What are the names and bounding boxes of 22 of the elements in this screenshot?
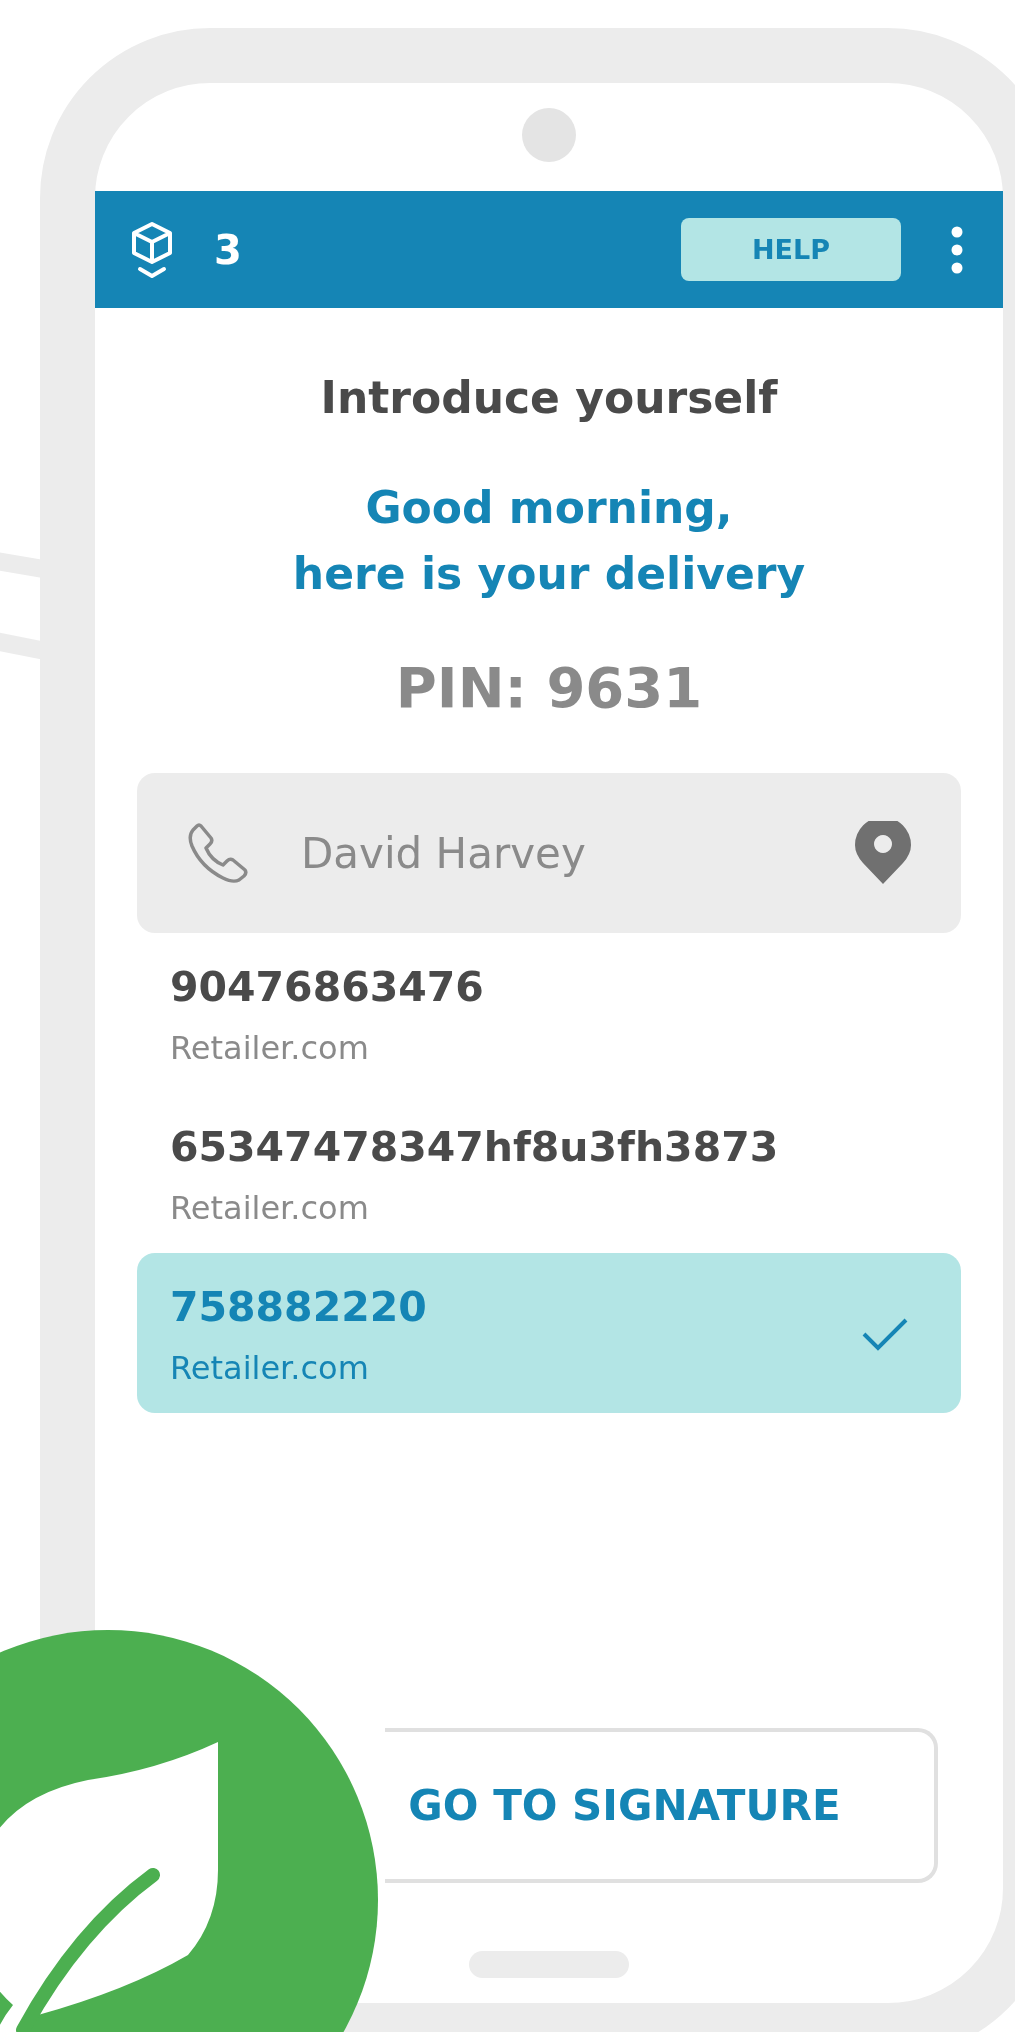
retailer-name: Retailer.com (170, 1188, 369, 1228)
retailer-name: Retailer.com (170, 1028, 369, 1068)
tracking-number: 90476863476 (170, 962, 484, 1013)
menu-icon[interactable] (951, 225, 963, 274)
camera-dot (522, 108, 576, 162)
delivery-item[interactable]: 758882220 Retailer.com (137, 1253, 961, 1413)
pin-code: PIN: 9631 (394, 654, 704, 722)
help-button[interactable]: HELP (681, 218, 901, 281)
phone-icon[interactable] (187, 822, 249, 884)
tracking-number: 65347478347hf8u3fh3873 (170, 1122, 779, 1173)
greeting-text: Good morning, here is your delivery (291, 481, 807, 601)
page-title: Introduce yourself (319, 371, 779, 425)
delivery-item[interactable]: 90476863476 Retailer.com (137, 933, 961, 1093)
contact-name: David Harvey (301, 828, 587, 878)
check-icon (862, 1317, 908, 1351)
tracking-number: 758882220 (170, 1282, 427, 1333)
box-icon (130, 220, 174, 279)
location-pin-icon[interactable] (855, 821, 911, 885)
signature-button[interactable]: GO TO SIGNATURE (385, 1728, 938, 1883)
package-count: 3 (214, 226, 242, 273)
delivery-item[interactable]: 65347478347hf8u3fh3873 Retailer.com (137, 1093, 961, 1253)
retailer-name: Retailer.com (170, 1348, 369, 1388)
